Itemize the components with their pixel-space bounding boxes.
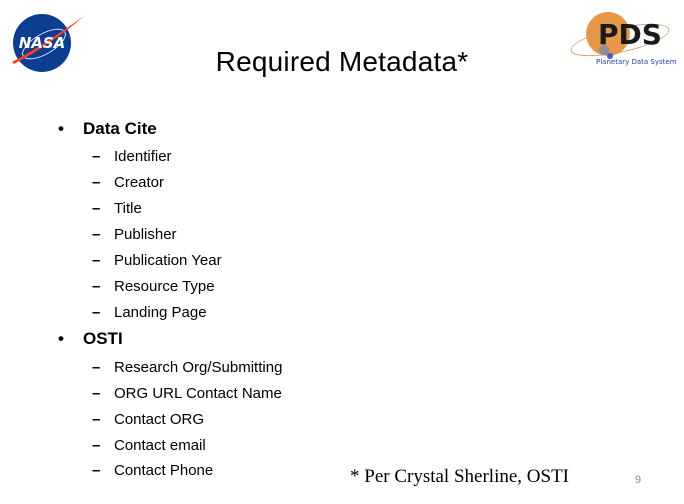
list-item-text: Identifier xyxy=(114,148,172,165)
list-item: – Resource Type xyxy=(92,278,215,296)
list-item-text: Contact ORG xyxy=(114,411,205,428)
list-item: – Title xyxy=(92,200,142,218)
section-heading-text: OSTI xyxy=(83,329,123,348)
page-number: 9 xyxy=(635,474,642,486)
slide: NASA PDS Planetary Data System Required … xyxy=(0,0,684,504)
section-heading-text: Data Cite xyxy=(83,119,157,138)
list-item: – Landing Page xyxy=(92,304,207,322)
list-item-text: Research Org/Submitting xyxy=(114,359,283,376)
list-item-text: Resource Type xyxy=(114,278,215,295)
section-heading-datacite: • Data Cite xyxy=(58,119,157,139)
section-heading-osti: • OSTI xyxy=(58,329,123,349)
list-item: – Creator xyxy=(92,174,164,192)
list-item-text: ORG URL Contact Name xyxy=(114,385,282,402)
list-item: – Publication Year xyxy=(92,252,222,270)
dash-icon: – xyxy=(92,304,101,321)
dash-icon: – xyxy=(92,148,101,165)
list-item: – Contact Phone xyxy=(92,462,213,480)
list-item-text: Publication Year xyxy=(114,252,222,269)
list-item: – Contact email xyxy=(92,437,206,455)
list-item-text: Landing Page xyxy=(114,304,207,321)
list-item: – ORG URL Contact Name xyxy=(92,385,282,403)
list-item-text: Contact Phone xyxy=(114,462,214,479)
list-item: – Publisher xyxy=(92,226,177,244)
list-item-text: Contact email xyxy=(114,437,206,454)
list-item: – Research Org/Submitting xyxy=(92,359,282,377)
list-item: – Identifier xyxy=(92,148,172,166)
dash-icon: – xyxy=(92,252,101,269)
dash-icon: – xyxy=(92,174,101,191)
list-item: – Contact ORG xyxy=(92,411,204,429)
dash-icon: – xyxy=(92,385,101,402)
dash-icon: – xyxy=(92,462,101,479)
dash-icon: – xyxy=(92,411,101,428)
bullet-icon: • xyxy=(58,329,64,348)
dash-icon: – xyxy=(92,437,101,454)
list-item-text: Publisher xyxy=(114,226,177,243)
footnote: * Per Crystal Sherline, OSTI xyxy=(350,466,570,487)
slide-title: Required Metadata* xyxy=(215,46,469,77)
dash-icon: – xyxy=(92,226,101,243)
dash-icon: – xyxy=(92,359,101,376)
dash-icon: – xyxy=(92,200,101,217)
list-item-text: Creator xyxy=(114,174,165,191)
dash-icon: – xyxy=(92,278,101,295)
bullet-icon: • xyxy=(58,119,64,138)
list-item-text: Title xyxy=(114,200,142,217)
